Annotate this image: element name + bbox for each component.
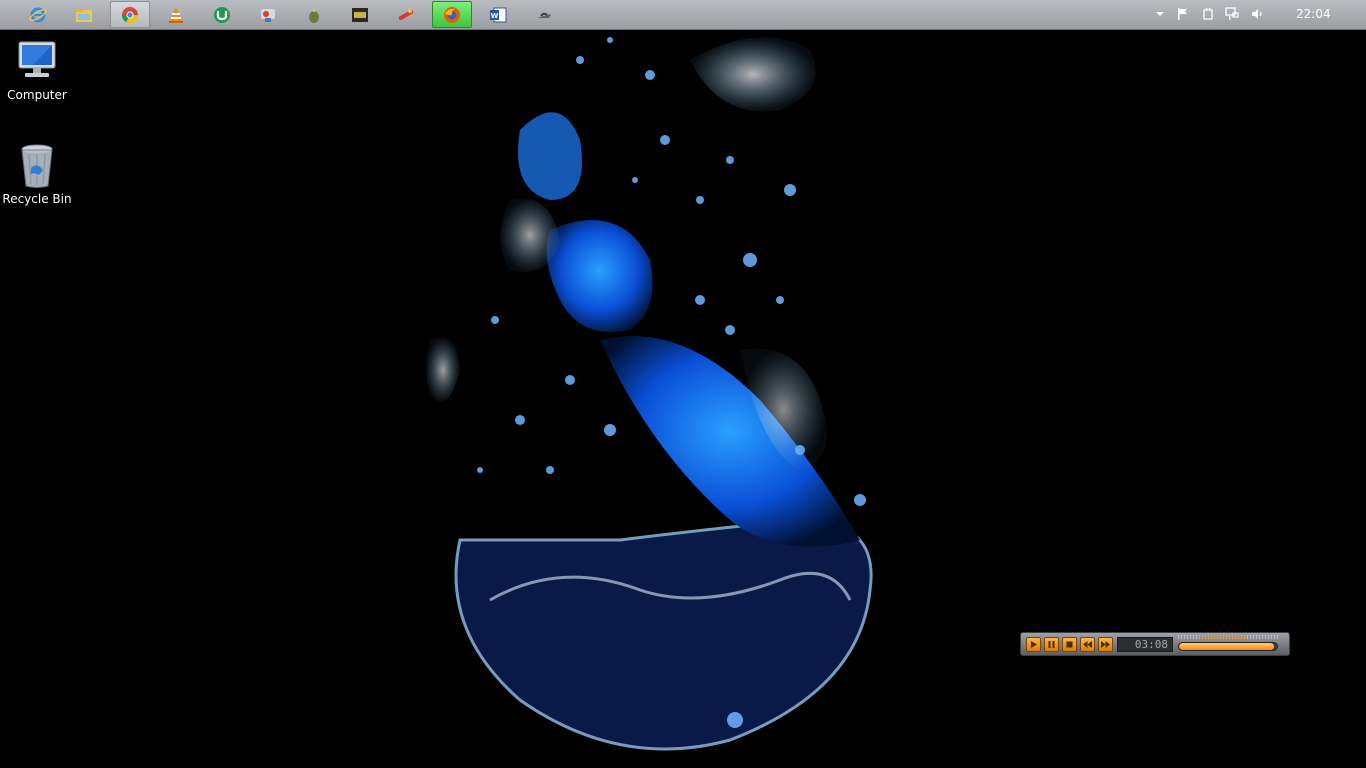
taskbar-utorrent-button[interactable] (202, 1, 242, 28)
rewind-icon (1083, 641, 1092, 648)
volume-slider-fill (1179, 643, 1275, 650)
desktop-icon-computer[interactable]: Computer (0, 38, 74, 102)
chevron-up-icon[interactable] (1153, 7, 1167, 21)
vlc-cone-icon (169, 6, 183, 23)
power-icon[interactable] (1201, 7, 1215, 21)
taskbar-app8-button[interactable] (386, 1, 426, 28)
taskbar-app11-button[interactable] (524, 1, 564, 28)
pen-icon (398, 8, 414, 20)
fruit-icon (309, 7, 319, 23)
tray-clock[interactable]: 22:04 (1296, 7, 1331, 21)
playback-time: 03:08 (1117, 637, 1173, 652)
play-icon (1031, 641, 1037, 648)
pause-icon (1048, 641, 1055, 648)
volume-scale-highlight (1199, 635, 1247, 639)
taskbar-chrome-button[interactable] (110, 1, 150, 28)
computer-icon (13, 38, 61, 86)
taskbar-firefox-button[interactable] (432, 1, 472, 28)
taskbar: W 22:04 (0, 0, 1366, 30)
desktop-icon-label: Computer (7, 88, 67, 102)
firefox-icon (444, 6, 460, 23)
taskbar-vlc-button[interactable] (156, 1, 196, 28)
ie-icon (29, 7, 47, 22)
taskbar-explorer-button[interactable] (64, 1, 104, 28)
taskbar-word-button[interactable]: W (478, 1, 518, 28)
svg-text:W: W (491, 12, 499, 20)
hat-icon (537, 12, 551, 18)
word-icon: W (490, 7, 507, 22)
chrome-icon (121, 6, 139, 23)
volume-slider[interactable] (1178, 642, 1278, 651)
game-icon (352, 7, 368, 22)
media-player-widget: 03:08 (1020, 632, 1290, 656)
flag-icon[interactable] (1176, 7, 1190, 21)
network-icon[interactable] (1225, 7, 1239, 21)
fast-forward-button[interactable] (1098, 637, 1113, 652)
taskbar-app5-button[interactable] (248, 1, 288, 28)
recycle-bin-icon (13, 142, 61, 190)
taskbar-app6-button[interactable] (294, 1, 334, 28)
wallpaper-splash-image (426, 37, 873, 751)
play-button[interactable] (1026, 637, 1041, 652)
folder-icon (76, 8, 92, 22)
speaker-icon[interactable] (1250, 7, 1264, 21)
utorrent-icon (214, 6, 230, 23)
fast-forward-icon (1101, 641, 1110, 648)
stop-button[interactable] (1062, 637, 1077, 652)
desktop-icon-recycle-bin[interactable]: Recycle Bin (0, 142, 74, 206)
stop-icon (1066, 641, 1073, 648)
taskbar-app7-button[interactable] (340, 1, 380, 28)
rewind-button[interactable] (1080, 637, 1095, 652)
taskbar-ie-button[interactable] (18, 1, 58, 28)
desktop-icon-label: Recycle Bin (2, 192, 72, 206)
pause-button[interactable] (1044, 637, 1059, 652)
paint-icon (261, 8, 275, 22)
